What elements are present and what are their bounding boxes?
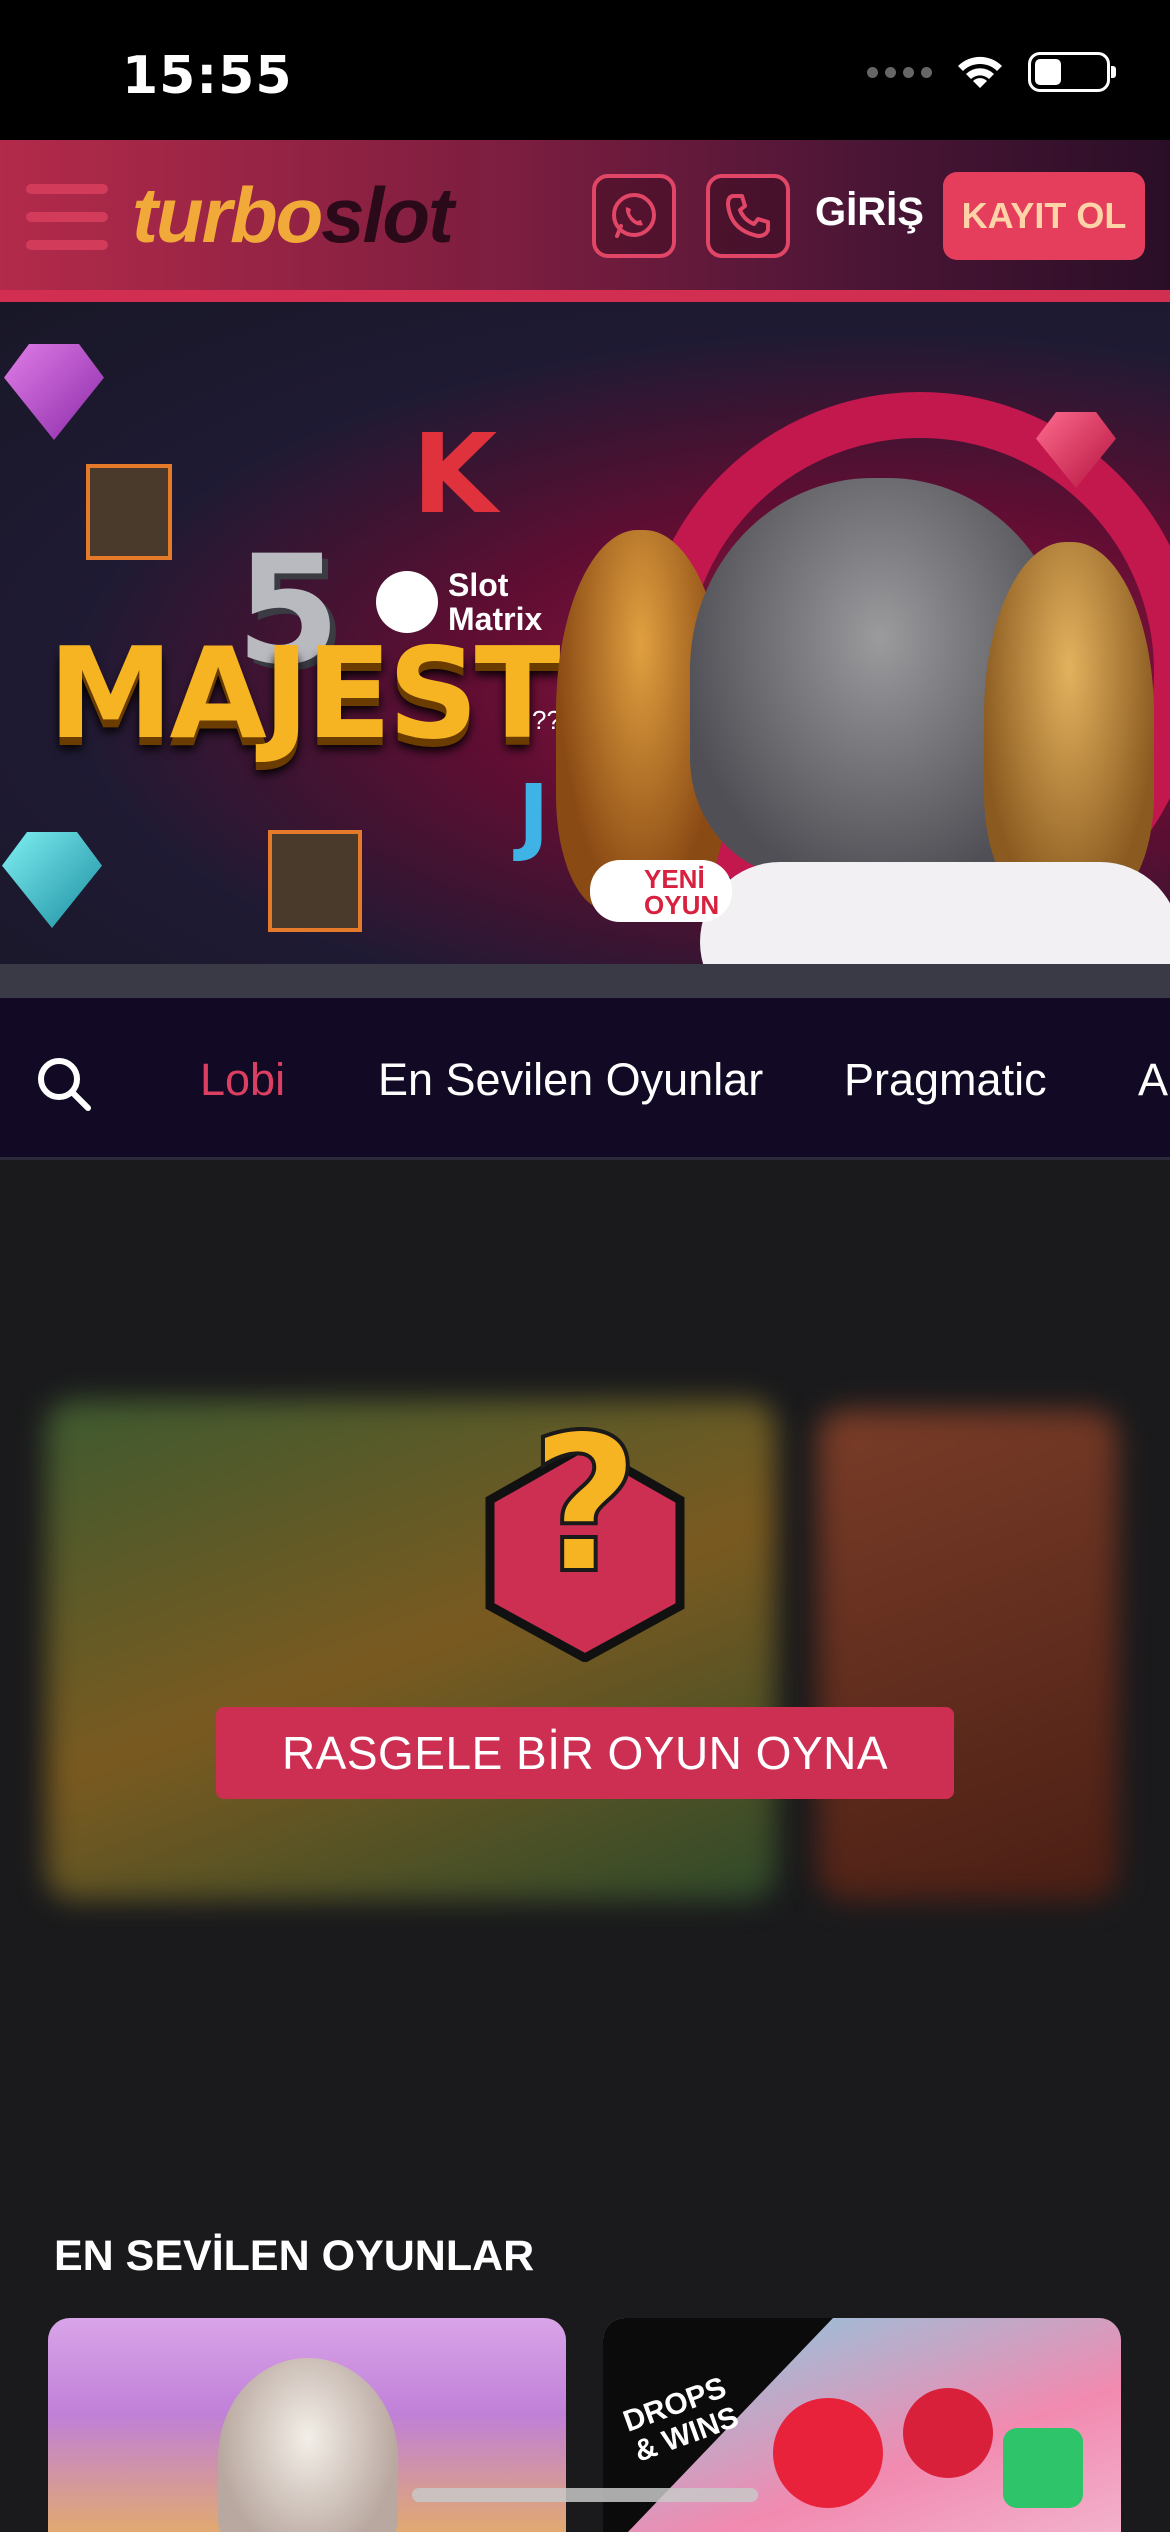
badge-line-1: YENİ (644, 864, 705, 894)
tab-ap[interactable]: Ap (1138, 1054, 1170, 1106)
random-game-section (0, 1160, 1170, 2200)
battery-icon (1028, 52, 1116, 92)
badge-line-2: OYUN (644, 890, 720, 920)
cellular-signal-icon (867, 66, 932, 78)
login-button[interactable]: GİRİŞ (815, 190, 924, 235)
turboslot-logo[interactable]: turboslot (132, 170, 454, 261)
search-button[interactable] (34, 1054, 94, 1119)
status-icons (867, 52, 1116, 92)
call-button[interactable] (706, 174, 790, 258)
tab-pragmatic[interactable]: Pragmatic (844, 1054, 1047, 1106)
question-mark: ? (530, 1400, 640, 1615)
zeus-image (218, 2358, 398, 2532)
page: 15:55 turboslot GİRİŞ KAYIT OL K J 5 Slo… (0, 0, 1170, 2532)
whatsapp-button[interactable] (592, 174, 676, 258)
site-header: turboslot GİRİŞ KAYIT OL (0, 140, 1170, 302)
new-game-badge: YENİ OYUN (590, 860, 732, 922)
wifi-icon (958, 56, 1002, 88)
promo-banner[interactable]: K J 5 Slot Matrix MAJESTIC ????? YENİ OY… (0, 302, 1170, 998)
cheetah-image (984, 542, 1154, 902)
rhino-tile-icon (268, 830, 362, 932)
letter-j-symbol: J (518, 766, 550, 864)
status-bar: 15:55 (0, 0, 1170, 140)
blurred-game-card-right (818, 1410, 1118, 1900)
logo-text-slot: slot (321, 171, 454, 259)
green-candy-image (1003, 2428, 1083, 2508)
home-indicator[interactable] (412, 2488, 758, 2502)
random-game-button[interactable]: RASGELE BİR OYUN OYNA (216, 1707, 954, 1799)
candy-image (773, 2398, 883, 2508)
tab-lobby[interactable]: Lobi (200, 1054, 285, 1106)
banner-progress-bar (0, 964, 1170, 998)
whatsapp-icon (612, 193, 656, 238)
register-button[interactable]: KAYIT OL (943, 172, 1145, 260)
buffalo-tile-icon (86, 464, 172, 560)
question-hexagon-icon: ? (485, 1400, 685, 1662)
cyan-gem-icon (2, 832, 102, 928)
status-time: 15:55 (122, 46, 293, 106)
purple-gem-icon (4, 344, 104, 440)
section-title: EN SEVİLEN OYUNLAR (54, 2232, 535, 2280)
heart-candy-image (903, 2388, 993, 2478)
hamburger-menu-icon[interactable] (26, 184, 108, 250)
logo-text-turbo: turbo (132, 171, 323, 259)
search-icon (38, 1058, 91, 1111)
phone-icon (726, 194, 770, 238)
tab-favorite-games[interactable]: En Sevilen Oyunlar (378, 1054, 763, 1106)
category-nav: Lobi En Sevilen Oyunlar Pragmatic Ap (0, 998, 1170, 1160)
letter-k-symbol: K (412, 410, 498, 538)
provider-line-1: Slot (448, 567, 509, 603)
